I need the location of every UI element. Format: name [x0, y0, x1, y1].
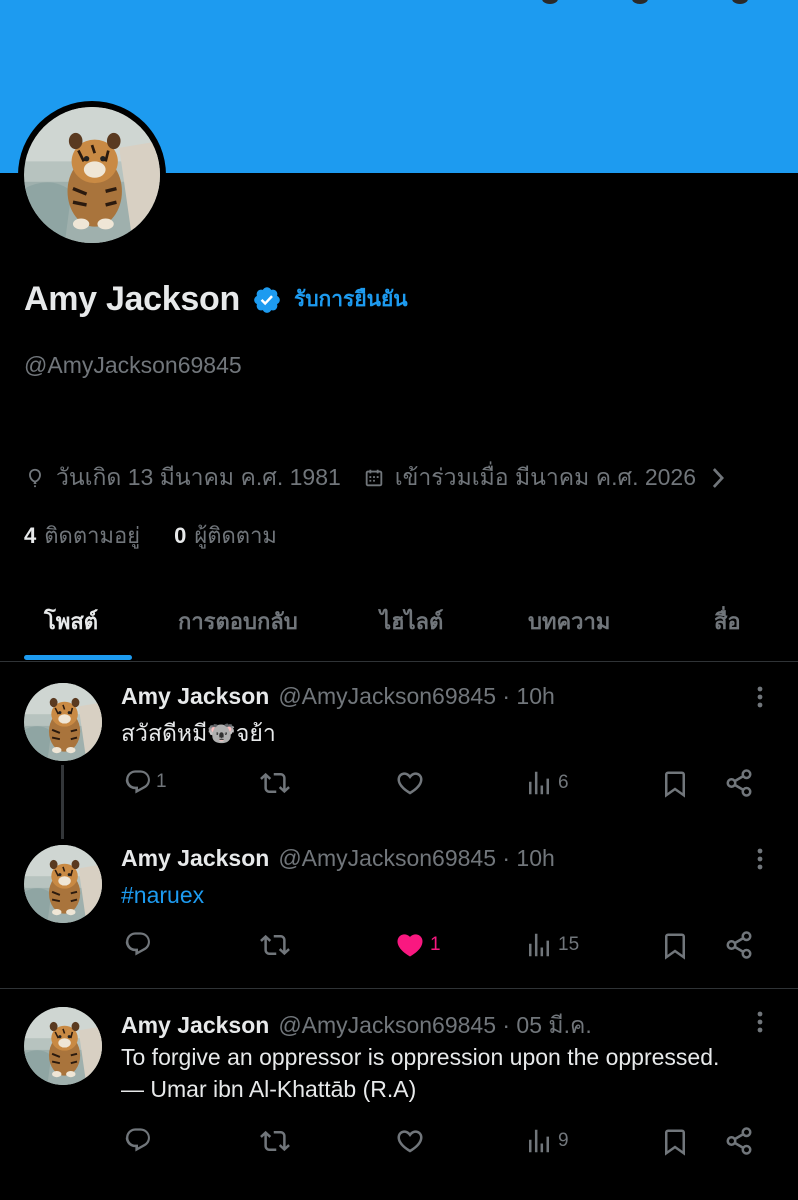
bookmark-button[interactable]	[660, 930, 690, 962]
post-author-name[interactable]: Amy Jackson	[121, 845, 269, 872]
profile-name-row: Amy Jackson รับการยืนยัน	[24, 280, 408, 319]
birthday-text: วันเกิด 13 มีนาคม ค.ศ. 1981	[56, 464, 341, 490]
post-hashtag-link[interactable]: #naruex	[121, 879, 204, 911]
views-button[interactable]: 15	[524, 930, 579, 960]
repost-button[interactable]	[258, 1126, 292, 1156]
share-icon	[724, 1126, 754, 1156]
profile-name: Amy Jackson	[24, 280, 240, 318]
post-author-name[interactable]: Amy Jackson	[121, 1012, 269, 1039]
following-count: 4	[24, 522, 37, 548]
tab-posts[interactable]: โพสต์	[44, 604, 98, 639]
reply-icon	[124, 768, 152, 796]
post-header: Amy Jackson @AmyJackson69845 · 10h	[121, 683, 555, 710]
share-button[interactable]	[724, 768, 754, 798]
post-avatar[interactable]	[24, 683, 102, 761]
reply-button[interactable]: 1	[124, 768, 167, 796]
bookmark-button[interactable]	[660, 768, 690, 800]
post-actions: 1 15	[0, 930, 798, 970]
repost-icon	[258, 768, 292, 798]
post-text-line: To forgive an oppressor is oppression up…	[121, 1044, 720, 1070]
calendar-icon	[365, 469, 383, 487]
more-vertical-icon[interactable]	[750, 1010, 770, 1034]
bookmark-icon	[660, 1126, 690, 1158]
post-divider	[0, 988, 798, 989]
share-button[interactable]	[724, 1126, 754, 1156]
like-icon	[394, 1126, 426, 1156]
views-count: 6	[558, 772, 569, 793]
more-vertical-icon[interactable]	[750, 685, 770, 709]
reply-count: 1	[156, 771, 167, 792]
like-button[interactable]	[394, 1126, 430, 1156]
views-count: 15	[558, 934, 580, 955]
tab-media[interactable]: สื่อ	[714, 604, 741, 639]
profile-meta: วันเกิด 13 มีนาคม ค.ศ. 1981 เข้าร่วมเมื่…	[24, 460, 736, 496]
reply-icon	[124, 1126, 152, 1154]
tab-articles[interactable]: บทความ	[528, 604, 610, 639]
post-header: Amy Jackson @AmyJackson69845 · 05 มี.ค.	[121, 1008, 592, 1044]
reply-button[interactable]	[124, 930, 156, 958]
post-header: Amy Jackson @AmyJackson69845 · 10h	[121, 845, 555, 872]
profile-handle: @AmyJackson69845	[24, 352, 242, 378]
repost-button[interactable]	[258, 768, 292, 798]
profile-avatar[interactable]	[18, 101, 166, 249]
post-author-name[interactable]: Amy Jackson	[121, 683, 269, 710]
repost-button[interactable]	[258, 930, 292, 960]
post-text-line: — Umar ibn Al-Khattāb (R.A)	[121, 1076, 417, 1102]
like-button[interactable]	[394, 768, 430, 798]
reply-icon	[124, 930, 152, 958]
post-actions: 9	[0, 1126, 798, 1166]
post-avatar[interactable]	[24, 1007, 102, 1085]
followers-link[interactable]: 0 ผู้ติดตาม	[174, 518, 277, 553]
post-text: To forgive an oppressor is oppression up…	[121, 1041, 719, 1105]
views-icon	[524, 1126, 554, 1156]
reply-button[interactable]	[124, 1126, 156, 1154]
repost-icon	[258, 1126, 292, 1156]
like-button[interactable]: 1	[394, 930, 441, 960]
verified-badge-icon[interactable]	[252, 285, 282, 315]
following-link[interactable]: 4 ติดตามอยู่	[24, 518, 140, 553]
active-tab-indicator	[24, 655, 132, 660]
bookmark-button[interactable]	[660, 1126, 690, 1158]
followers-count: 0	[174, 522, 187, 548]
post-avatar[interactable]	[24, 845, 102, 923]
share-icon	[724, 930, 754, 960]
repost-icon	[258, 930, 292, 960]
chevron-right-icon[interactable]	[710, 467, 726, 489]
tab-highlights[interactable]: ไฮไลต์	[380, 604, 443, 639]
share-icon	[724, 768, 754, 798]
like-icon	[394, 768, 426, 798]
like-filled-icon	[394, 930, 426, 960]
post-meta: @AmyJackson69845 · 05 มี.ค.	[278, 1012, 592, 1038]
following-label: ติดตามอยู่	[44, 523, 141, 548]
balloon-icon	[29, 468, 41, 488]
bookmark-icon	[660, 768, 690, 800]
views-button[interactable]: 9	[524, 1126, 569, 1156]
more-vertical-icon[interactable]	[750, 847, 770, 871]
followers-label: ผู้ติดตาม	[194, 523, 277, 548]
share-button[interactable]	[724, 930, 754, 960]
post-actions: 1 6	[0, 768, 798, 808]
tab-replies[interactable]: การตอบกลับ	[178, 604, 298, 639]
profile-tabs: โพสต์ การตอบกลับ ไฮไลต์ บทความ สื่อ	[0, 588, 798, 662]
views-icon	[524, 768, 554, 798]
follow-stats: 4 ติดตามอยู่ 0 ผู้ติดตาม	[24, 518, 311, 553]
views-count: 9	[558, 1130, 569, 1151]
get-verified-link[interactable]: รับการยืนยัน	[294, 283, 408, 316]
views-button[interactable]: 6	[524, 768, 569, 798]
bookmark-icon	[660, 930, 690, 962]
like-count: 1	[430, 934, 441, 955]
post-meta: @AmyJackson69845 · 10h	[278, 845, 555, 871]
post-text: สวัสดีหมี🐨จย้า	[121, 720, 276, 746]
tiger-avatar-image	[24, 107, 160, 243]
views-icon	[524, 930, 554, 960]
post-meta: @AmyJackson69845 · 10h	[278, 683, 555, 709]
joined-text: เข้าร่วมเมื่อ มีนาคม ค.ศ. 2026	[394, 464, 697, 490]
